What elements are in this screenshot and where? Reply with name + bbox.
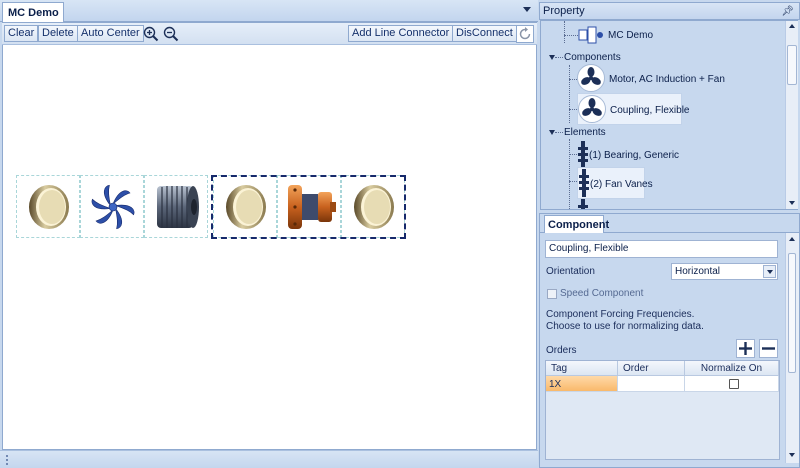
bearing-element-icon [578,141,588,169]
tree-node-coupling[interactable]: Coupling, Flexible [577,93,690,125]
document-tabstrip [0,0,538,22]
tree-connector [569,154,577,155]
refresh-icon[interactable] [516,25,534,43]
motor-housing-icon [157,186,199,228]
tree-connector [564,21,565,43]
orientation-select[interactable]: Horizontal [671,263,778,280]
normalize-on-checkbox[interactable] [729,379,739,389]
cell-order[interactable] [618,376,685,392]
tree-label-coupling: Coupling, Flexible [610,105,690,116]
plus-icon [739,342,752,355]
tree-node-fan-vanes[interactable]: (2) Fan Vanes [577,167,653,199]
tree-connector [569,109,577,110]
tree-label-bearing: (1) Bearing, Generic [589,150,680,161]
tree-connector [569,65,570,123]
component-name-field[interactable]: Coupling, Flexible [545,240,778,258]
tree-connector [569,139,570,209]
add-line-connector-button[interactable]: Add Line Connector [348,25,454,42]
tree-connector [555,57,563,58]
component-tree: MC Demo Components Motor, AC Induction +… [540,20,798,210]
fan-icon [91,184,135,230]
resize-grip[interactable] [5,454,9,466]
fan-component[interactable] [80,175,144,238]
tab-mc-demo[interactable]: MC Demo [2,2,64,22]
column-header-order[interactable]: Order [618,361,685,376]
speed-component-checkbox[interactable] [547,289,557,299]
tree-connector [564,35,578,36]
delete-button[interactable]: Delete [38,25,78,42]
speed-component-label: Speed Component [560,288,644,299]
bearing-component[interactable] [16,175,80,238]
clear-button[interactable]: Clear [4,25,39,42]
tree-group-elements[interactable]: Elements [564,127,606,138]
tab-component[interactable]: Component [544,215,609,233]
column-header-tag[interactable]: Tag [546,361,618,376]
cell-tag[interactable]: 1X [546,376,618,392]
property-panel-header: Property 📌︎ [539,2,800,20]
tree-label-motor: Motor, AC Induction + Fan [609,74,725,85]
auto-center-button[interactable]: Auto Center [77,25,144,42]
tree-connector [569,181,577,182]
machine-train-canvas[interactable] [3,45,536,449]
scroll-up-icon[interactable] [789,24,795,28]
tree-group-components[interactable]: Components [564,52,621,63]
tree-label-fan-vanes: (2) Fan Vanes [590,179,653,190]
remove-order-button[interactable] [759,339,778,358]
forcing-text-line1: Component Forcing Frequencies. [546,309,695,320]
tree-node-motor[interactable]: Motor, AC Induction + Fan [577,63,727,95]
component-scroll-thumb[interactable] [788,253,796,373]
disconnect-button[interactable]: DisConnect [452,25,517,42]
motor-fan-icon [577,64,605,92]
orders-table: Tag Order Normalize On 1X [545,360,780,460]
forcing-text-line2: Choose to use for normalizing data. [546,321,704,332]
column-header-normalize-on[interactable]: Normalize On [685,361,779,376]
pin-icon[interactable]: 📌︎ [781,6,794,17]
tree-connector [555,132,563,133]
tree-node-root[interactable]: MC Demo [578,21,653,53]
bearing-icon [29,185,69,229]
orientation-value: Horizontal [675,266,721,277]
scroll-down-icon[interactable] [789,453,795,457]
motor-component[interactable] [144,175,208,238]
tree-node-partial[interactable] [577,199,697,209]
forcing-frequencies-description: Component Forcing Frequencies. Choose to… [546,309,704,333]
tab-list-dropdown[interactable] [523,7,531,12]
scroll-up-icon[interactable] [789,237,795,241]
coupling-icon [578,95,606,123]
fan-vanes-icon [579,169,589,197]
canvas-toolbar: Clear Delete Auto Center Add Line Connec… [2,23,537,45]
tree-scrollbar[interactable] [785,21,798,209]
chevron-down-icon[interactable] [763,265,776,278]
bearing-element-icon [578,199,588,209]
zoom-in-icon[interactable] [143,26,159,42]
tree-connector [569,79,577,80]
status-bar [0,450,538,468]
tree-scroll-thumb[interactable] [787,45,797,85]
zoom-out-icon[interactable] [163,26,179,42]
property-panel-title: Property [543,5,585,17]
component-scrollbar[interactable] [785,233,799,463]
machine-train-icon [578,26,603,44]
selection-rectangle [211,175,406,239]
scroll-down-icon[interactable] [789,201,795,205]
add-order-button[interactable] [736,339,755,358]
minus-icon [762,347,775,350]
tree-label-root: MC Demo [608,30,654,41]
orientation-label: Orientation [546,266,595,277]
orders-label: Orders [546,345,577,356]
